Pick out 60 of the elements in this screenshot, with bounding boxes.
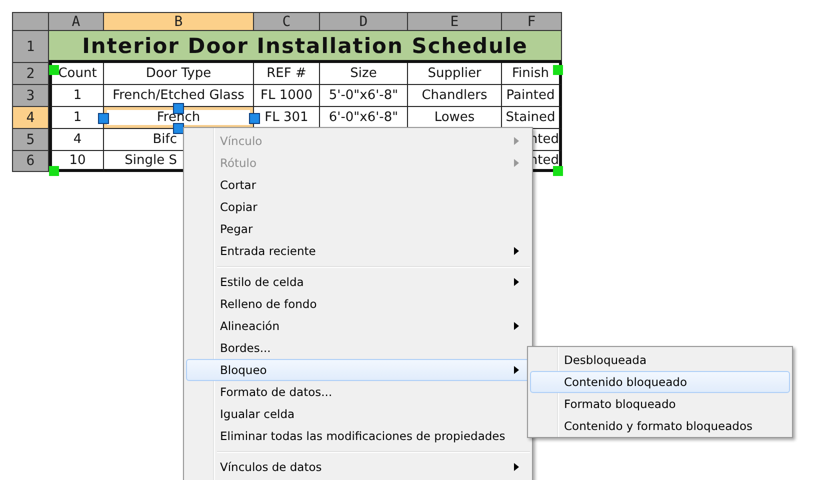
column-header[interactable]: E: [408, 13, 502, 31]
menu-item[interactable]: Contenido y formato bloqueados: [530, 415, 790, 437]
table-cell: REF #: [254, 63, 320, 85]
submenu-arrow-icon: [514, 159, 519, 167]
column-header[interactable]: F: [502, 13, 562, 31]
row-header[interactable]: 4: [13, 107, 49, 129]
menu-item[interactable]: Cortar: [186, 174, 530, 196]
submenu-arrow-icon: [514, 366, 519, 374]
column-header[interactable]: B: [104, 13, 254, 31]
menu-item[interactable]: Pegar: [186, 218, 530, 240]
menu-item[interactable]: Formato de datos...: [186, 381, 530, 403]
row-header[interactable]: 1: [13, 31, 49, 63]
menu-item[interactable]: Copiar: [186, 196, 530, 218]
table-cell: Painted: [502, 85, 562, 107]
menu-item[interactable]: Formato bloqueado: [530, 393, 790, 415]
corner-grip-icon[interactable]: [49, 166, 59, 176]
submenu-arrow-icon: [514, 322, 519, 330]
column-header[interactable]: C: [254, 13, 320, 31]
menu-item[interactable]: Entrada reciente: [186, 240, 530, 262]
menu-item[interactable]: Relleno de fondo: [186, 293, 530, 315]
submenu-arrow-icon: [514, 463, 519, 471]
menu-item[interactable]: Alineación: [186, 315, 530, 337]
menu-item[interactable]: Desbloqueada: [530, 349, 790, 371]
submenu-arrow-icon: [514, 247, 519, 255]
corner-grip-icon[interactable]: [553, 65, 563, 75]
table-cell: 1: [49, 85, 104, 107]
menu-item[interactable]: Vínculos de datos: [186, 456, 530, 478]
table-cell: 10: [49, 151, 104, 172]
menu-item[interactable]: Igualar celda: [186, 403, 530, 425]
table-cell: French/Etched Glass: [104, 85, 254, 107]
menu-item[interactable]: Bloqueo: [186, 359, 530, 381]
table-cell: 1: [49, 107, 104, 129]
column-header[interactable]: A: [49, 13, 104, 31]
menu-item[interactable]: Eliminar todas las modificaciones de propiedades: [186, 425, 530, 447]
corner-grip-icon[interactable]: [553, 166, 563, 176]
table-cell: FL 1000: [254, 85, 320, 107]
table-cell: Finish: [502, 63, 562, 85]
table-cell: 5'-0"x6'-8": [320, 85, 408, 107]
table-cell: Door Type: [104, 63, 254, 85]
table-cell: Chandlers: [408, 85, 502, 107]
table-cell: 4: [49, 129, 104, 151]
row-header[interactable]: 2: [13, 63, 49, 85]
row-header[interactable]: 6: [13, 151, 49, 172]
table-cell: Size: [320, 63, 408, 85]
table-cell: Count: [49, 63, 104, 85]
menu-item[interactable]: Contenido bloqueado: [530, 371, 790, 393]
row-header[interactable]: 3: [13, 85, 49, 107]
grip-handle[interactable]: [173, 123, 184, 134]
corner-grip-icon[interactable]: [49, 65, 59, 75]
table-cell: Supplier: [408, 63, 502, 85]
submenu-arrow-icon: [514, 137, 519, 145]
grip-handle[interactable]: [249, 113, 260, 124]
submenu-arrow-icon: [514, 278, 519, 286]
table-title: Interior Door Installation Schedule: [49, 31, 562, 63]
menu-item[interactable]: Bordes...: [186, 337, 530, 359]
row-header[interactable]: 5: [13, 129, 49, 151]
column-header[interactable]: D: [320, 13, 408, 31]
grip-handle[interactable]: [98, 113, 109, 124]
menu-item[interactable]: Estilo de celda: [186, 271, 530, 293]
select-all-corner[interactable]: [13, 13, 49, 31]
